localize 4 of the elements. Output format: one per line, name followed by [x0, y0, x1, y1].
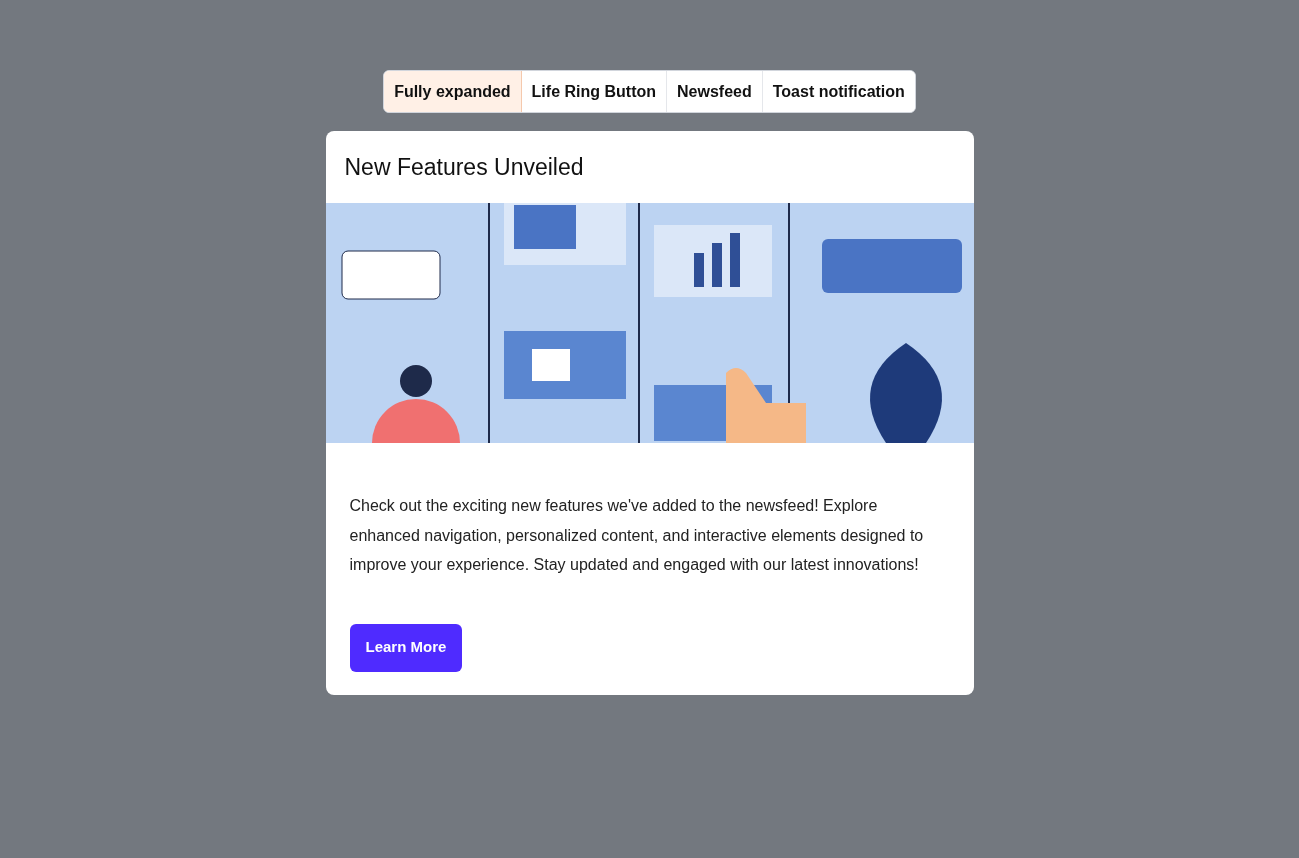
modal-title: New Features Unveiled: [343, 152, 585, 182]
tab[interactable]: Fully expanded: [384, 71, 522, 112]
modal-body-text: Check out the exciting new features we've added to the newsfeed! Explore enhanced navigation, personalized content, and interactive elements designed to improve your experience. Stay updated and engaged with our latest innovations!: [348, 496, 925, 575]
learn-more-button[interactable]: Learn More: [349, 623, 463, 672]
